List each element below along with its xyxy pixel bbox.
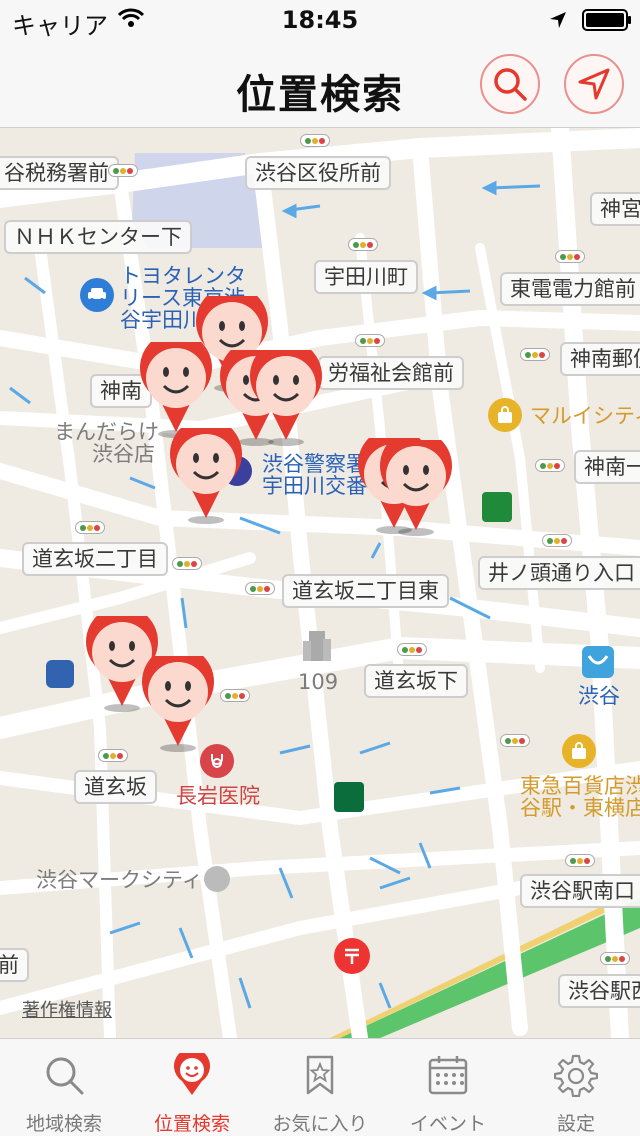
tab-bar: 地域検索 位置検索 お気に入り イベント 設定	[0, 1038, 640, 1136]
street-label-toden: 東電電力館前	[500, 272, 640, 306]
car-rental-icon[interactable]	[80, 278, 114, 312]
page-title: 位置検索	[236, 72, 404, 118]
poi-marui: マルイシティ	[530, 404, 640, 428]
map-view[interactable]: 谷税務署前 渋谷区役所前 ＮＨＫセンター下 神宮 宇田川町 東電電力館前 神南 …	[0, 128, 640, 1038]
street-label-dogenzaka-2-east: 道玄坂二丁目東	[282, 574, 449, 608]
post-office-icon[interactable]	[334, 938, 370, 974]
street-label-jingu: 神宮	[590, 192, 640, 226]
tab-label: 位置検索	[153, 1113, 230, 1135]
street-label-nhk: ＮＨＫセンター下	[4, 220, 192, 254]
traffic-signal-icon	[98, 749, 128, 762]
poi-nagaiwa: 長岩医院	[176, 784, 260, 808]
street-label-jinnan-1: 神南一	[574, 450, 640, 484]
poi-shibuya-station: 渋谷	[578, 684, 620, 708]
street-label-tax-office: 谷税務署前	[0, 156, 119, 190]
shopping-bag-icon[interactable]	[488, 398, 522, 432]
traffic-signal-icon	[555, 250, 585, 263]
poi-tokyu-line2: 谷駅・東横店	[520, 796, 640, 820]
pin-face-icon	[174, 1053, 210, 1095]
traffic-signal-icon	[500, 734, 530, 747]
poi-109: 109	[298, 670, 339, 694]
poi-toyota-line1: トヨタレンタ	[120, 264, 246, 288]
status-time: 18:45	[281, 6, 359, 34]
location-services-icon	[548, 10, 568, 34]
street-label-mae: 前	[0, 948, 29, 982]
location-arrow-icon	[578, 68, 610, 100]
street-label-jinnan-post: 神南郵便	[560, 342, 640, 376]
street-label-dogenzaka: 道玄坂	[74, 770, 157, 804]
tab-events[interactable]: イベント	[384, 1039, 512, 1136]
tab-label: 設定	[556, 1113, 595, 1135]
tab-label: イベント	[409, 1113, 486, 1135]
street-label-inokashira: 井ノ頭通り入口	[478, 556, 640, 590]
poi-mark-city: 渋谷マークシティ	[36, 868, 203, 892]
traffic-signal-icon	[245, 582, 275, 595]
tab-location-search[interactable]: 位置検索	[128, 1039, 256, 1136]
traffic-signal-icon	[535, 459, 565, 472]
landmark-icon[interactable]	[204, 866, 230, 892]
cafe-icon[interactable]	[334, 782, 364, 812]
navigation-bar: 位置検索	[0, 40, 640, 128]
tab-label: 地域検索	[25, 1113, 102, 1135]
battery-icon	[582, 9, 632, 35]
street-label-ward-office: 渋谷区役所前	[245, 156, 391, 190]
search-icon	[494, 68, 527, 101]
copyright-link[interactable]: 著作権情報	[22, 996, 112, 1022]
street-label-roufuku: 労福祉会館前	[318, 356, 464, 390]
traffic-signal-icon	[108, 164, 138, 177]
calendar-icon	[428, 1056, 468, 1095]
subway-icon[interactable]	[582, 646, 614, 678]
street-label-shibuya-west: 渋谷駅西	[558, 974, 640, 1008]
tab-area-search[interactable]: 地域検索	[0, 1039, 128, 1136]
traffic-signal-icon	[600, 952, 630, 965]
convenience-store-icon[interactable]	[46, 660, 74, 688]
gear-icon	[554, 1054, 598, 1097]
street-label-shibuya-south: 渋谷駅南口	[520, 874, 640, 908]
tab-favorites[interactable]: お気に入り	[256, 1039, 384, 1136]
status-bar: キャリア 18:45	[0, 0, 640, 40]
street-label-dogenzaka-2: 道玄坂二丁目	[22, 542, 168, 576]
building-icon[interactable]	[300, 628, 334, 662]
traffic-signal-icon	[397, 643, 427, 656]
traffic-signal-icon	[520, 348, 550, 361]
current-location-button[interactable]	[564, 54, 624, 114]
tab-label: お気に入り	[272, 1113, 368, 1135]
traffic-signal-icon	[172, 557, 202, 570]
face-pin-marker[interactable]	[244, 350, 328, 446]
traffic-signal-icon	[565, 854, 595, 867]
shopping-bag-icon[interactable]	[562, 734, 596, 768]
face-pin-marker[interactable]	[136, 656, 220, 752]
traffic-signal-icon	[355, 334, 385, 347]
poi-mandarake-line2: 渋谷店	[92, 442, 155, 466]
traffic-signal-icon	[75, 521, 105, 534]
search-button[interactable]	[480, 54, 540, 114]
bookmark-star-icon	[306, 1055, 334, 1095]
search-icon	[46, 1057, 84, 1095]
tab-settings[interactable]: 設定	[512, 1039, 640, 1136]
face-pin-marker[interactable]	[164, 428, 248, 524]
street-label-udagawacho: 宇田川町	[314, 260, 418, 294]
traffic-signal-icon	[348, 238, 378, 251]
bank-icon[interactable]	[482, 492, 512, 522]
traffic-signal-icon	[220, 689, 250, 702]
face-pin-marker[interactable]	[134, 342, 218, 438]
face-pin-marker[interactable]	[374, 440, 458, 536]
traffic-signal-icon	[300, 134, 330, 147]
poi-tokyu-line1: 東急百貨店渋	[520, 774, 640, 798]
traffic-signal-icon	[542, 534, 572, 547]
street-label-dogenzaka-shita: 道玄坂下	[364, 664, 468, 698]
